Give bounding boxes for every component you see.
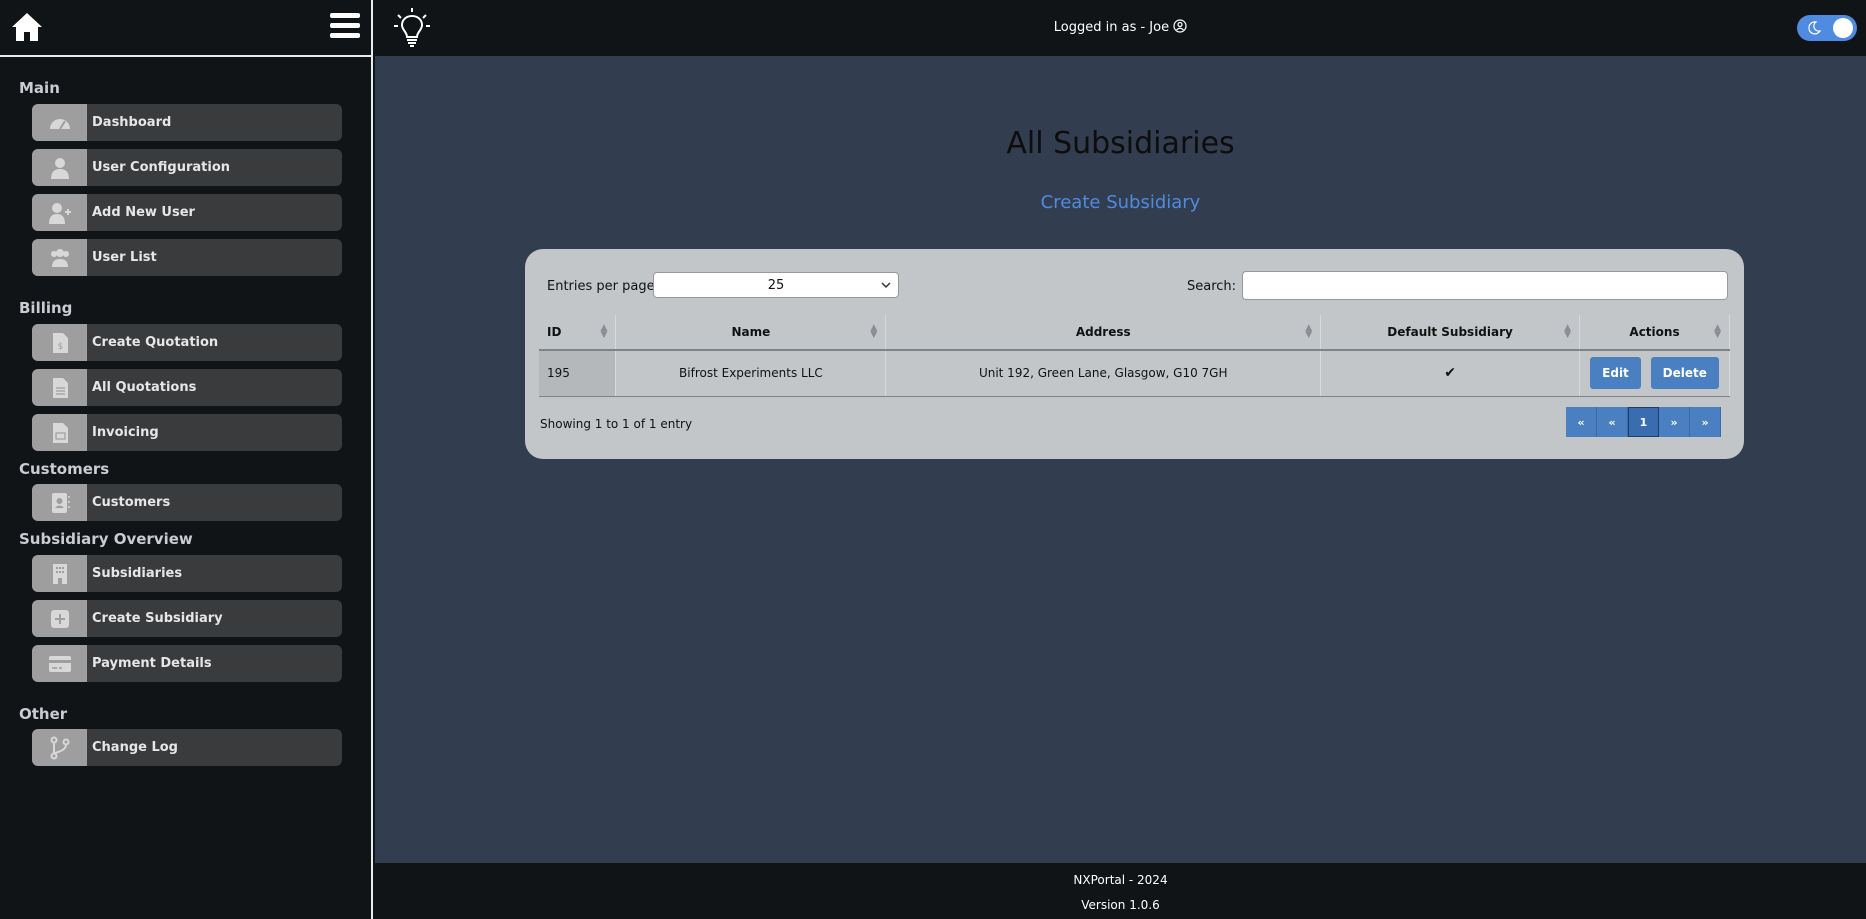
git-branch-icon	[32, 729, 87, 766]
table-info: Showing 1 to 1 of 1 entry	[540, 417, 693, 431]
search-label: Search:	[1187, 279, 1237, 294]
main-content: All Subsidiaries Create Subsidiary Entri…	[375, 56, 1866, 863]
edit-button[interactable]: Edit	[1590, 357, 1641, 390]
sidebar-item-create-subsidiary[interactable]: Create Subsidiary	[32, 600, 342, 637]
footer: NXPortal - 2024 Version 1.0.6	[375, 863, 1866, 919]
sidebar-item-label: Subsidiaries	[92, 566, 183, 581]
column-header-id[interactable]: ID ▲ ▼	[539, 315, 617, 351]
sidebar-item-label: User Configuration	[92, 160, 231, 175]
page-last-button[interactable]: »	[1690, 407, 1721, 437]
column-header-address[interactable]: Address ▲ ▼	[885, 315, 1322, 351]
sidebar-item-add-new-user[interactable]: Add New User	[32, 194, 342, 231]
sort-icon: ▲ ▼	[1305, 323, 1313, 340]
menu-icon[interactable]	[328, 10, 362, 42]
section-billing: Billing	[19, 299, 73, 317]
cell-default: ✔	[1320, 350, 1581, 397]
page-prev-button[interactable]: «	[1597, 407, 1628, 437]
user-icon	[32, 149, 87, 186]
entries-per-page-select[interactable]: 25	[653, 272, 899, 298]
column-header-label: ID	[547, 325, 562, 339]
svg-text:$: $	[57, 342, 63, 352]
sidebar-item-label: User List	[92, 250, 157, 265]
sidebar-item-label: Invoicing	[92, 425, 159, 440]
section-subsidiary-overview: Subsidiary Overview	[19, 530, 193, 548]
sidebar-item-label: Create Subsidiary	[92, 611, 223, 626]
chevron-down-icon	[881, 282, 891, 289]
column-header-name[interactable]: Name ▲ ▼	[615, 315, 887, 351]
cell-actions: Edit Delete	[1579, 350, 1730, 397]
sidebar-item-label: Change Log	[92, 740, 178, 755]
sidebar-item-invoicing[interactable]: Invoicing	[32, 414, 342, 451]
entries-per-page-label: Entries per page	[547, 279, 655, 294]
sidebar-item-label: Payment Details	[92, 656, 212, 671]
building-icon	[32, 555, 87, 592]
footer-version: Version 1.0.6	[1081, 898, 1160, 912]
user-circle-icon[interactable]	[1173, 19, 1187, 33]
address-book-icon	[32, 484, 87, 521]
cell-name: Bifrost Experiments LLC	[615, 350, 887, 397]
sidebar-item-create-quotation[interactable]: $ Create Quotation	[32, 324, 342, 361]
entries-per-page-value: 25	[767, 277, 785, 293]
section-main: Main	[19, 79, 60, 97]
table-header-row: ID ▲ ▼ Name ▲ ▼ Address ▲ ▼ Default Subsidiary…	[539, 315, 1730, 351]
page-title: All Subsidiaries	[1006, 126, 1235, 161]
credit-card-icon	[32, 645, 87, 682]
toggle-knob	[1833, 18, 1853, 38]
section-other: Other	[19, 705, 68, 723]
home-icon[interactable]	[10, 10, 44, 44]
document-icon	[32, 369, 87, 406]
page-next-button[interactable]: »	[1659, 407, 1690, 437]
invoice-dollar-icon: $	[32, 324, 87, 361]
sidebar-item-payment-details[interactable]: Payment Details	[32, 645, 342, 682]
sort-icon: ▲ ▼	[1714, 323, 1721, 340]
sidebar-item-change-log[interactable]: Change Log	[32, 729, 342, 766]
sidebar-item-customers[interactable]: Customers	[32, 484, 342, 521]
sort-icon: ▲ ▼	[1564, 323, 1572, 340]
top-bar: Logged in as - Joe	[375, 0, 1866, 56]
column-header-default[interactable]: Default Subsidiary ▲ ▼	[1320, 315, 1581, 351]
sidebar-item-label: Dashboard	[92, 115, 172, 130]
sidebar-item-user-configuration[interactable]: User Configuration	[32, 149, 342, 186]
sidebar-item-label: Customers	[92, 495, 171, 510]
cell-address: Unit 192, Green Lane, Glasgow, G10 7GH	[885, 350, 1322, 397]
subsidiaries-table: ID ▲ ▼ Name ▲ ▼ Address ▲ ▼ Default Subsidiary…	[539, 315, 1730, 397]
sidebar-item-label: Create Quotation	[92, 335, 219, 350]
column-header-label: Address	[1075, 325, 1131, 339]
column-header-label: Name	[731, 325, 771, 339]
dashboard-icon	[32, 104, 87, 141]
column-header-actions[interactable]: Actions ▲ ▼	[1579, 315, 1730, 351]
receipt-icon	[32, 414, 87, 451]
cell-id: 195	[539, 350, 617, 397]
sidebar-header	[0, 0, 371, 57]
plus-square-icon	[32, 600, 87, 637]
subsidiaries-table-card: Entries per page 25 Search: ID ▲ ▼ Name ▲ ▼ …	[525, 249, 1744, 459]
pagination: « « 1 » »	[1566, 407, 1721, 437]
section-customers: Customers	[19, 460, 110, 478]
table-row: 195 Bifrost Experiments LLC Unit 192, Gr…	[539, 350, 1730, 397]
sidebar-item-subsidiaries[interactable]: Subsidiaries	[32, 555, 342, 592]
user-plus-icon	[32, 194, 87, 231]
check-icon: ✔	[1444, 365, 1456, 382]
sidebar-item-all-quotations[interactable]: All Quotations	[32, 369, 342, 406]
footer-brand: NXPortal - 2024	[1073, 873, 1168, 887]
moon-icon	[1808, 21, 1822, 35]
page-first-button[interactable]: «	[1566, 407, 1597, 437]
theme-toggle[interactable]	[1797, 15, 1857, 41]
sidebar-item-label: All Quotations	[92, 380, 197, 395]
page-number-button[interactable]: 1	[1628, 407, 1659, 437]
search-input[interactable]	[1242, 271, 1728, 300]
logged-in-status: Logged in as - Joe	[375, 19, 1866, 35]
create-subsidiary-link[interactable]: Create Subsidiary	[375, 192, 1866, 213]
sidebar-item-label: Add New User	[92, 205, 195, 220]
sort-icon: ▲ ▼	[600, 323, 608, 340]
logged-in-text: Logged in as - Joe	[1053, 20, 1170, 35]
sidebar-item-user-list[interactable]: User List	[32, 239, 342, 276]
sidebar: Main Dashboard User Configuration Add Ne…	[0, 0, 373, 919]
delete-button[interactable]: Delete	[1650, 357, 1719, 390]
column-header-label: Default Subsidiary	[1387, 325, 1513, 339]
sidebar-item-dashboard[interactable]: Dashboard	[32, 104, 342, 141]
users-icon	[32, 239, 87, 276]
sort-icon: ▲ ▼	[870, 323, 878, 340]
column-header-label: Actions	[1629, 325, 1680, 339]
